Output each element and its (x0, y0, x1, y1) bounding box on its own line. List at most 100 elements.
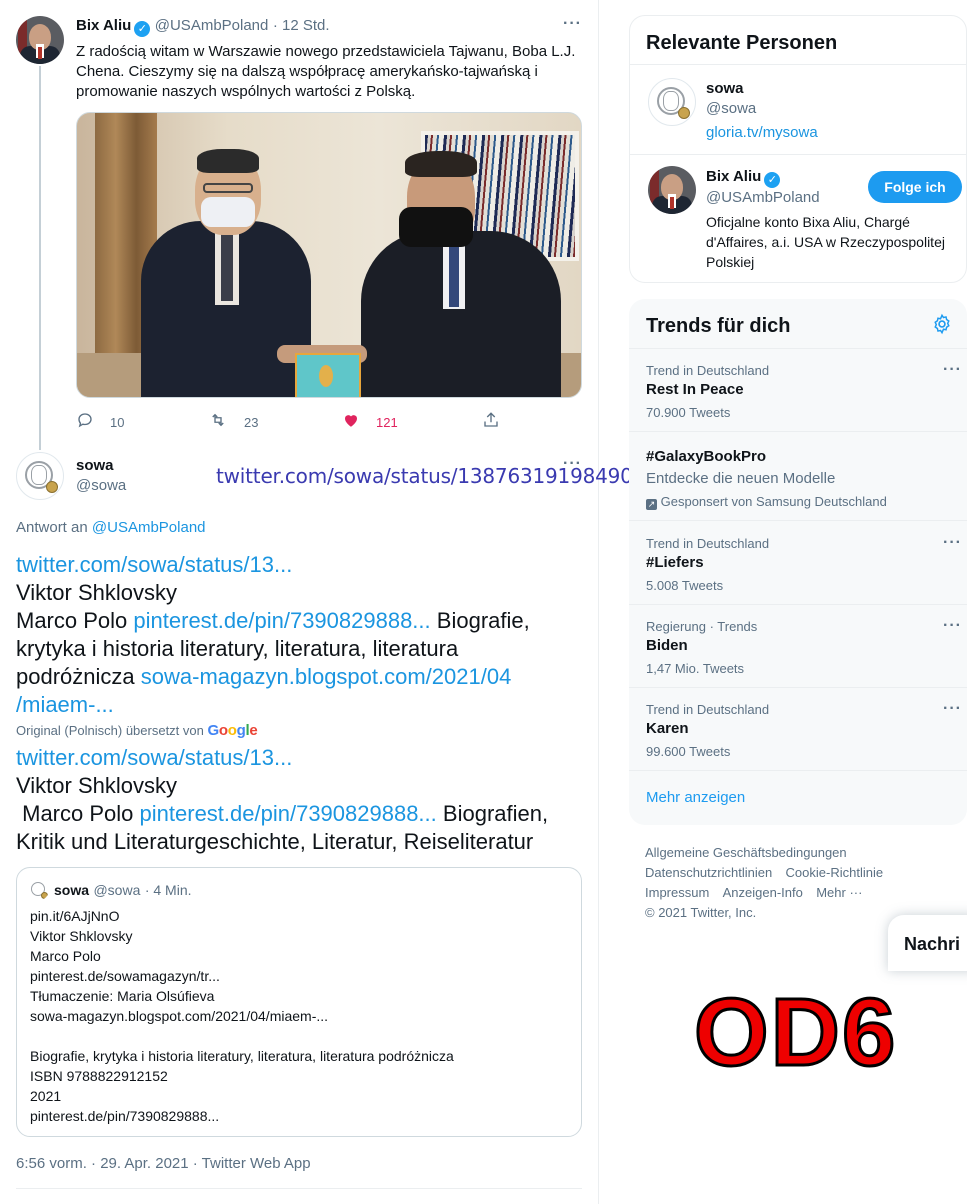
google-logo: Google (207, 722, 258, 739)
relevant-bix-name[interactable]: Bix Aliu ✓ (706, 168, 781, 188)
trend-item[interactable]: Trend in Deutschland #Liefers 5.008 Twee… (629, 522, 967, 604)
verified-icon: ✓ (134, 21, 151, 37)
trend-more-icon[interactable]: ··· (943, 534, 962, 552)
quote-line: 2021 (30, 1088, 62, 1104)
like-button[interactable]: 121 (342, 411, 398, 433)
quote-line: Tłumaczenie: Maria Olsúfieva (30, 988, 215, 1004)
original-pinterest-link[interactable]: pinterest.de/pin/7390829888... (133, 608, 430, 633)
trend-name: #GalaxyBookPro (646, 448, 767, 465)
trend-item[interactable]: Regierung · Trends Biden 1,47 Mio. Tweet… (629, 605, 967, 687)
reply-to-prefix: Antwort an (16, 519, 88, 536)
footer-links: Allgemeine Geschäftsbedingungen Datensch… (645, 843, 945, 923)
verified-icon: ✓ (764, 172, 781, 188)
trend-name: Biden (646, 637, 688, 654)
like-count: 121 (376, 414, 398, 430)
trend-count: 70.900 Tweets (646, 405, 731, 420)
promoted-trend-item[interactable]: #GalaxyBookPro Entdecke die neuen Modell… (629, 432, 967, 520)
overlay-status-url: twitter.com/sowa/status/1387631919849000… (216, 464, 696, 488)
footer-link-cookies[interactable]: Cookie-Richtlinie (786, 865, 884, 880)
tweet1-more-icon[interactable]: ··· (563, 15, 582, 33)
tweet2-translated-text: twitter.com/sowa/status/13... Viktor Shk… (16, 744, 582, 856)
trend-more-icon[interactable]: ··· (943, 700, 962, 718)
trend-count: 1,47 Mio. Tweets (646, 661, 745, 676)
original-blog-link-cont[interactable]: /miaem-... (16, 692, 114, 717)
relevant-sowa-avatar[interactable] (648, 78, 696, 126)
tweet2-author-name[interactable]: sowa (76, 457, 114, 475)
trend-name: #Liefers (646, 554, 704, 571)
trend-name: Rest In Peace (646, 381, 744, 398)
tweet1-author-handle[interactable]: @USAmbPoland (155, 17, 269, 34)
settings-gear-icon[interactable] (931, 313, 953, 341)
reply-button[interactable]: 10 (76, 411, 124, 433)
quote-line: pin.it/6AJjNnO (30, 908, 120, 924)
retweet-icon (208, 411, 228, 433)
quote-author-name: sowa (54, 882, 90, 898)
sowa-avatar[interactable] (16, 452, 64, 500)
quote-line: sowa-magazyn.blogspot.com/2021/04/miaem-… (30, 1008, 329, 1024)
tweet1-time[interactable]: · 12 Std. (273, 17, 330, 34)
trend-context: Trend in Deutschland (646, 702, 770, 717)
reply-icon (76, 411, 94, 433)
relevant-title: Relevante Personen (646, 32, 838, 54)
trends-title: Trends für dich (646, 315, 791, 337)
translated-status-link[interactable]: twitter.com/sowa/status/13... (16, 745, 292, 770)
quote-line: Viktor Shklovsky (30, 928, 133, 944)
show-more-link[interactable]: Mehr anzeigen (646, 789, 745, 806)
original-marco-polo: Marco Polo (16, 608, 128, 633)
translated-biografien: Biografien, (442, 801, 549, 826)
relevant-bix-avatar[interactable] (648, 166, 696, 214)
reply-to-handle-link[interactable]: @USAmbPoland (92, 519, 206, 536)
quote-header: sowa @sowa · 4 Min. (54, 882, 192, 900)
tweet2-author-handle[interactable]: @sowa (76, 477, 126, 494)
quoted-tweet-card[interactable]: sowa @sowa · 4 Min. pin.it/6AJjNnO Vikto… (16, 867, 582, 1137)
original-line-genres: krytyka i historia literatury, literatur… (16, 636, 459, 661)
share-button[interactable] (482, 411, 500, 433)
quote-line: Marco Polo (30, 948, 101, 964)
original-podroznicza: podróżnicza (16, 664, 135, 689)
quote-time: · 4 Min. (144, 882, 192, 898)
trend-more-icon[interactable]: ··· (943, 361, 962, 379)
share-icon (482, 411, 500, 433)
heart-icon (342, 411, 360, 433)
tweet1-photo[interactable] (76, 112, 582, 398)
quote-sowa-avatar (29, 880, 49, 900)
translated-line-author: Viktor Shklovsky (16, 773, 177, 798)
footer-link-privacy[interactable]: Datenschutzrichtlinien (645, 865, 772, 880)
thread-line (39, 66, 41, 450)
promoted-description: Entdecke die neuen Modelle (646, 470, 836, 487)
bix-aliu-avatar[interactable] (16, 16, 64, 64)
footer-link-more[interactable]: Mehr ··· (816, 885, 862, 900)
translation-credit-text: Original (Polnisch) übersetzt von (16, 723, 204, 738)
footer-link-imprint[interactable]: Impressum (645, 885, 709, 900)
translated-pinterest-link[interactable]: pinterest.de/pin/7390829888... (140, 801, 437, 826)
relevant-sowa-name[interactable]: sowa (706, 80, 744, 97)
original-blog-link[interactable]: sowa-magazyn.blogspot.com/2021/04 (141, 664, 512, 689)
tweet1-text: Z radością witam w Warszawie nowego prze… (76, 43, 576, 100)
messages-drawer-label[interactable]: Nachri (904, 934, 960, 955)
trend-item[interactable]: Trend in Deutschland Karen 99.600 Tweets… (629, 688, 967, 770)
original-line-author: Viktor Shklovsky (16, 580, 177, 605)
quote-line: pinterest.de/pin/7390829888... (30, 1108, 220, 1124)
trend-context: Regierung · Trends (646, 619, 758, 634)
relevant-sowa-handle[interactable]: @sowa (706, 100, 756, 117)
retweet-button[interactable]: 23 (208, 411, 258, 433)
relevant-bix-handle[interactable]: @USAmbPoland (706, 189, 820, 206)
translation-credit: Original (Polnisch) übersetzt von Google (16, 722, 258, 739)
od6-stamp: OD6 (692, 978, 898, 1088)
original-biografie: Biografie, (436, 608, 530, 633)
relevant-sowa-link[interactable]: gloria.tv/mysowa (706, 124, 818, 141)
tweet2-timestamp[interactable]: 6:56 vorm. · 29. Apr. 2021 · Twitter Web… (16, 1155, 311, 1172)
footer-link-ads-info[interactable]: Anzeigen-Info (723, 885, 803, 900)
trend-more-icon[interactable]: ··· (943, 617, 962, 635)
tweet1-author-name[interactable]: Bix Aliu (76, 17, 131, 34)
original-status-link[interactable]: twitter.com/sowa/status/13... (16, 552, 292, 577)
tweet2-original-text: twitter.com/sowa/status/13... Viktor Shk… (16, 551, 576, 719)
relevant-people-panel: Relevante Personen sowa @sowa gloria.tv/… (629, 15, 967, 283)
translated-line-genres: Kritik und Literaturgeschichte, Literatu… (16, 829, 534, 854)
translated-marco-polo: Marco Polo (22, 801, 134, 826)
quote-line: pinterest.de/sowamagazyn/tr... (30, 968, 220, 984)
footer-link-terms[interactable]: Allgemeine Geschäftsbedingungen (645, 845, 847, 860)
trend-context: Trend in Deutschland (646, 536, 770, 551)
trend-item[interactable]: Trend in Deutschland Rest In Peace 70.90… (629, 349, 967, 431)
following-button[interactable]: Folge ich (868, 171, 962, 203)
